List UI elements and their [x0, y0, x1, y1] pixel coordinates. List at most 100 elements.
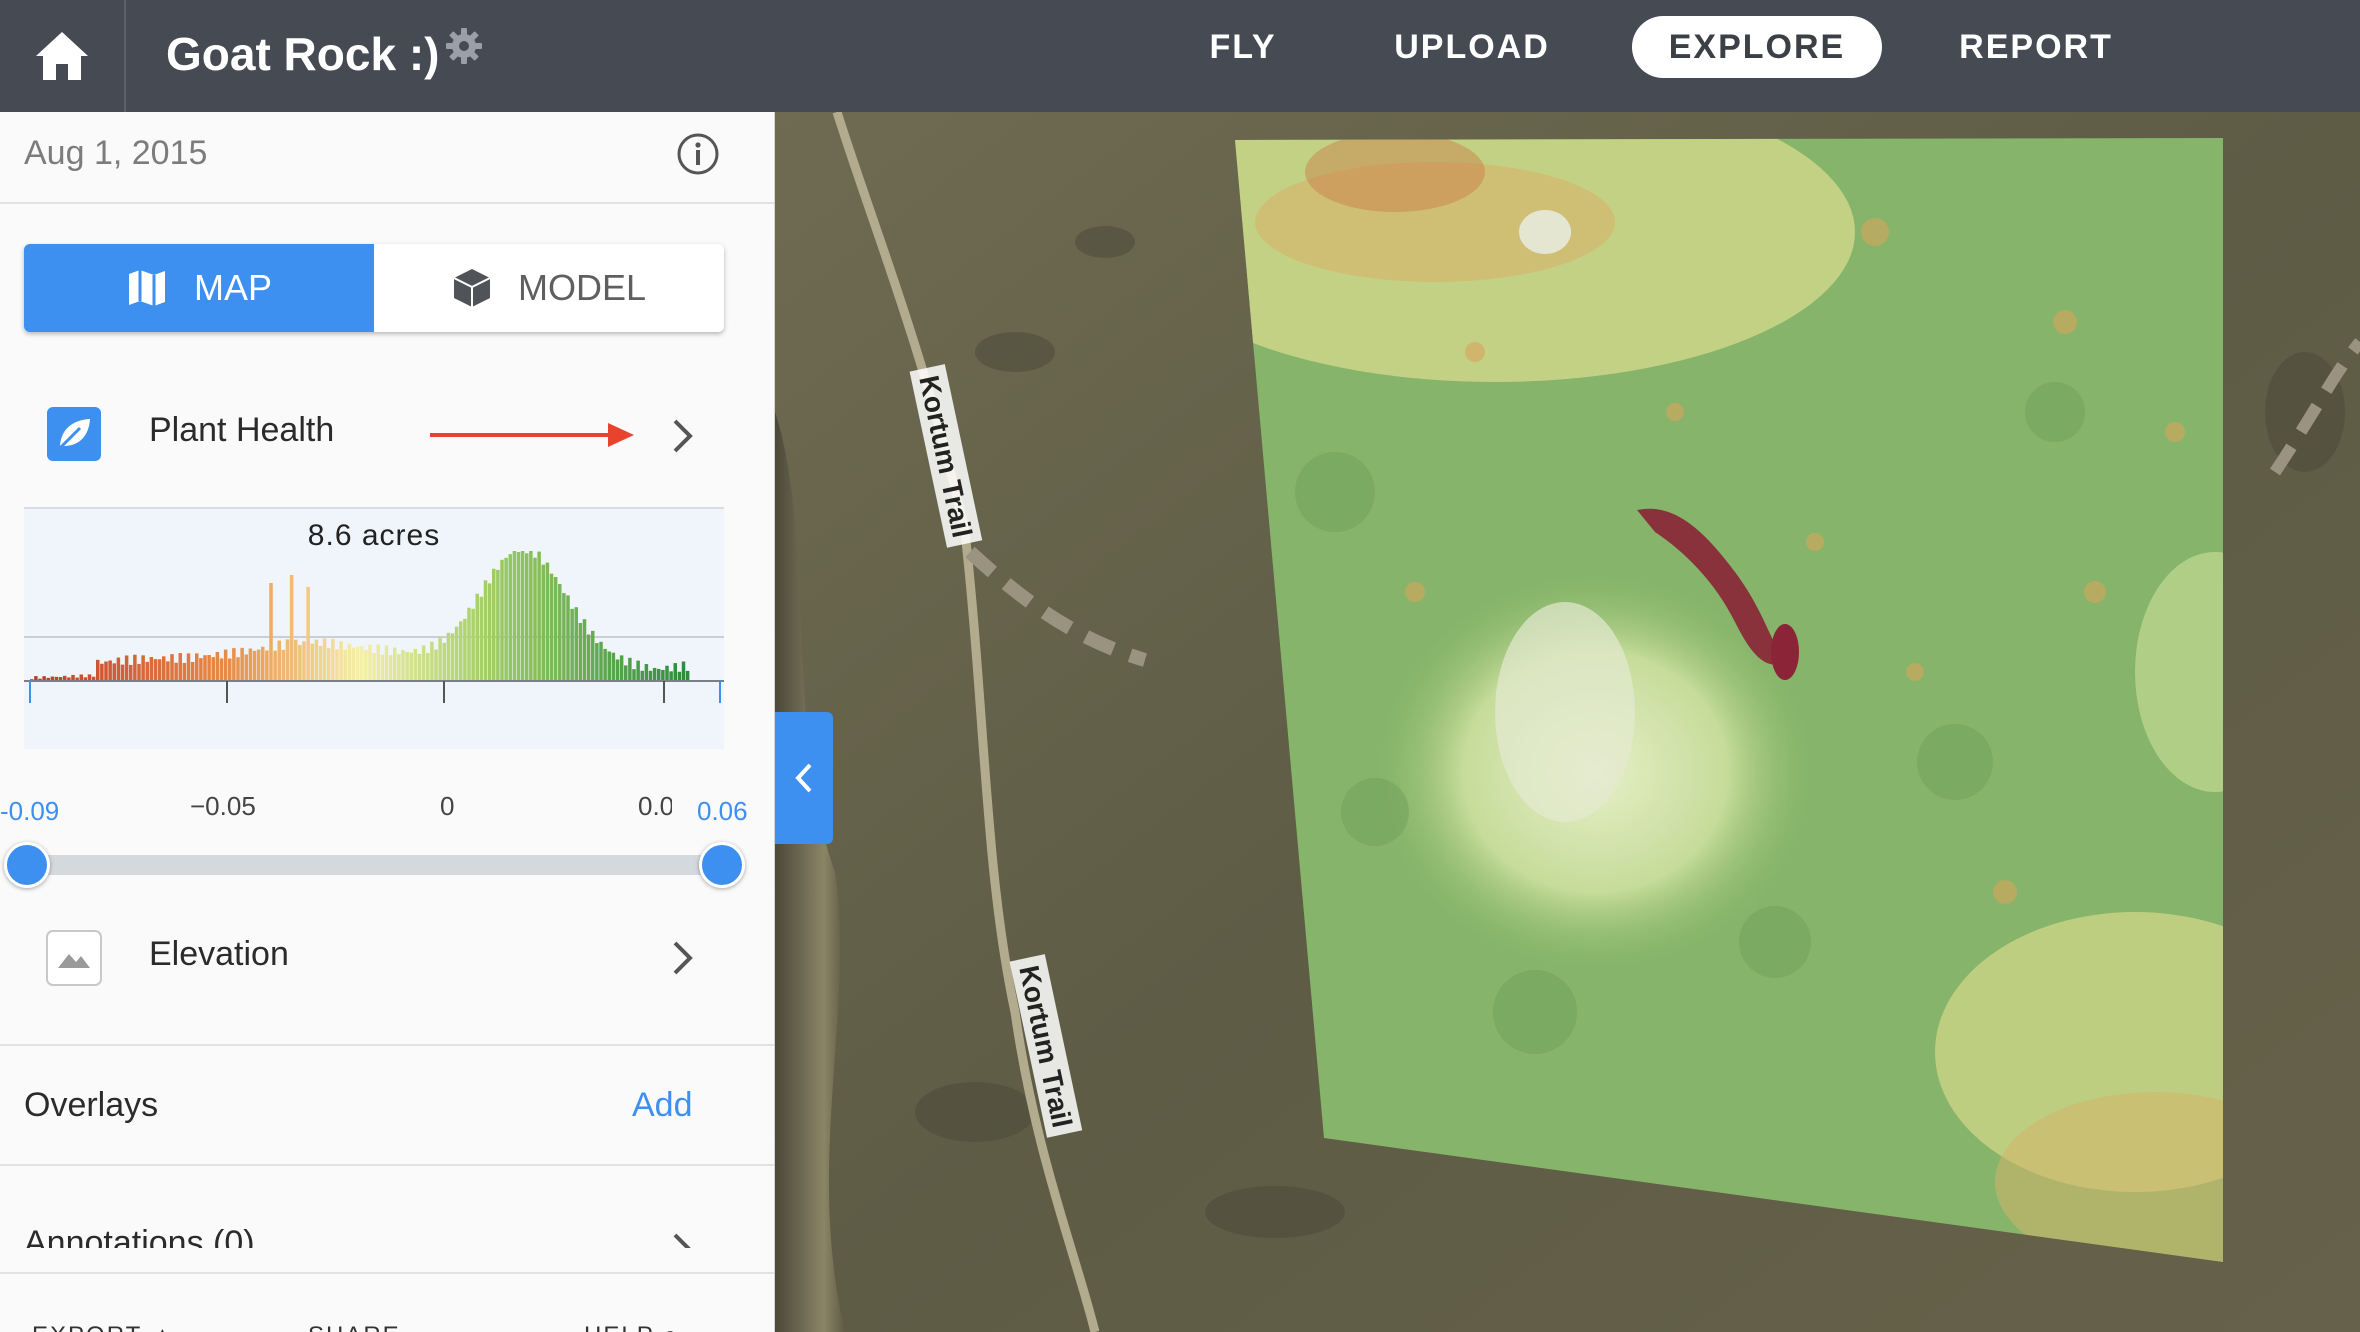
histogram-bar	[376, 644, 381, 681]
layer-plant-health[interactable]	[0, 392, 774, 492]
histogram-bar	[310, 643, 315, 681]
histogram-bar	[178, 653, 183, 681]
histogram-bar	[199, 658, 203, 681]
collapse-panel-button[interactable]	[775, 712, 833, 844]
help-button[interactable]: HELP ●	[584, 1322, 679, 1332]
histogram-bar	[405, 651, 409, 681]
histogram-tick: −0.05	[190, 791, 256, 821]
nav-report[interactable]: REPORT	[1944, 16, 2128, 78]
gear-icon[interactable]	[444, 26, 484, 66]
histogram-bar	[648, 670, 653, 681]
histogram-bar	[306, 586, 310, 681]
histogram-bar	[281, 649, 286, 681]
histogram-bar	[170, 654, 174, 681]
histogram-bar	[166, 661, 170, 681]
histogram-bar	[516, 552, 521, 681]
share-label: SHARE	[308, 1322, 401, 1332]
histogram-bar	[471, 608, 475, 681]
nav-explore[interactable]: EXPLORE	[1632, 16, 1882, 78]
histogram-bar	[487, 583, 492, 681]
histogram-bar	[578, 623, 583, 681]
help-label: HELP	[584, 1322, 654, 1332]
annotations-label: Annotations (0)	[24, 1224, 255, 1248]
histogram-bar	[669, 671, 673, 681]
histogram-bar	[277, 640, 282, 681]
histogram-bar	[677, 671, 682, 681]
histogram-bar	[298, 645, 302, 681]
histogram-bar	[190, 661, 195, 681]
nav-fly[interactable]: FLY	[1188, 16, 1298, 78]
info-icon[interactable]	[676, 132, 720, 176]
histogram-bar	[611, 652, 616, 681]
histogram-bar	[355, 646, 360, 681]
plant-health-label: Plant Health	[149, 411, 335, 449]
histogram-bar	[228, 658, 232, 681]
divider	[0, 1044, 774, 1046]
histogram-bar	[570, 608, 574, 681]
histogram-bar	[504, 557, 508, 681]
histogram-bar	[644, 664, 649, 681]
export-button[interactable]: EXPORT ▲	[32, 1322, 176, 1332]
histogram-bar	[364, 650, 368, 681]
home-button[interactable]	[0, 0, 126, 112]
plant-health-histogram: 8.6 acres	[24, 507, 724, 749]
histogram-bar	[219, 658, 224, 681]
annotations-row[interactable]: Annotations (0)	[0, 1168, 774, 1248]
histogram-bar	[421, 645, 426, 681]
histogram-bar	[652, 667, 657, 681]
histogram-bar	[393, 647, 397, 681]
histogram-bar	[566, 595, 570, 681]
view-toggle: MAP MODEL	[24, 244, 724, 332]
histogram-bar	[500, 559, 504, 681]
histogram-bar	[595, 643, 599, 681]
histogram-bar	[343, 649, 348, 681]
histogram-bar	[265, 650, 269, 681]
elevation-layer-label[interactable]: Elevation	[149, 935, 289, 974]
histogram-bar	[108, 660, 112, 681]
histogram-bar	[207, 655, 211, 681]
histogram-bar	[426, 653, 430, 681]
histogram-bar	[347, 643, 352, 681]
histogram-bar	[685, 670, 690, 681]
histogram-bar	[624, 665, 628, 681]
histogram-bar	[525, 553, 529, 681]
chevron-left-icon	[795, 763, 812, 793]
histogram-bar	[248, 648, 253, 681]
range-slider-max-handle[interactable]	[699, 842, 745, 888]
share-button[interactable]: SHARE ‹	[308, 1322, 419, 1332]
add-overlay-button[interactable]: Add	[632, 1086, 693, 1125]
map-canvas[interactable]: Kortum Trail Kortum Trail	[775, 112, 2360, 1332]
project-title: Goat Rock :)	[166, 28, 440, 80]
chevron-right-icon[interactable]	[670, 416, 696, 456]
histogram-bar	[331, 638, 335, 681]
histogram-bar	[545, 562, 550, 681]
histogram-bar	[269, 583, 273, 681]
histogram-bar	[232, 648, 236, 681]
histogram-bar	[512, 551, 517, 681]
histogram-bar	[586, 634, 591, 681]
model-view-label: MODEL	[517, 267, 647, 308]
range-slider-min-handle[interactable]	[4, 842, 50, 888]
nav-upload[interactable]: UPLOAD	[1378, 16, 1566, 78]
histogram-bar	[273, 650, 277, 681]
histogram-bar	[553, 577, 558, 681]
model-view-button[interactable]: MODEL	[374, 244, 724, 332]
divider	[0, 202, 774, 204]
histogram-bar	[681, 661, 686, 681]
histogram-bar	[417, 653, 422, 681]
range-slider-track[interactable]	[26, 855, 722, 875]
divider	[0, 1164, 774, 1166]
map-view-button[interactable]: MAP	[24, 244, 374, 332]
chevron-right-icon[interactable]	[670, 938, 696, 978]
histogram-bar	[120, 664, 125, 681]
histogram-bar	[339, 641, 343, 681]
histogram-bar	[607, 651, 612, 681]
histogram-bar	[380, 654, 385, 681]
histogram-bar	[335, 649, 339, 681]
histogram-bar	[302, 641, 306, 681]
histogram-bar	[149, 657, 154, 681]
histogram-bar	[454, 626, 459, 681]
histogram-bar	[186, 653, 191, 681]
histogram-bar	[401, 650, 405, 681]
histogram-bar	[558, 584, 562, 681]
